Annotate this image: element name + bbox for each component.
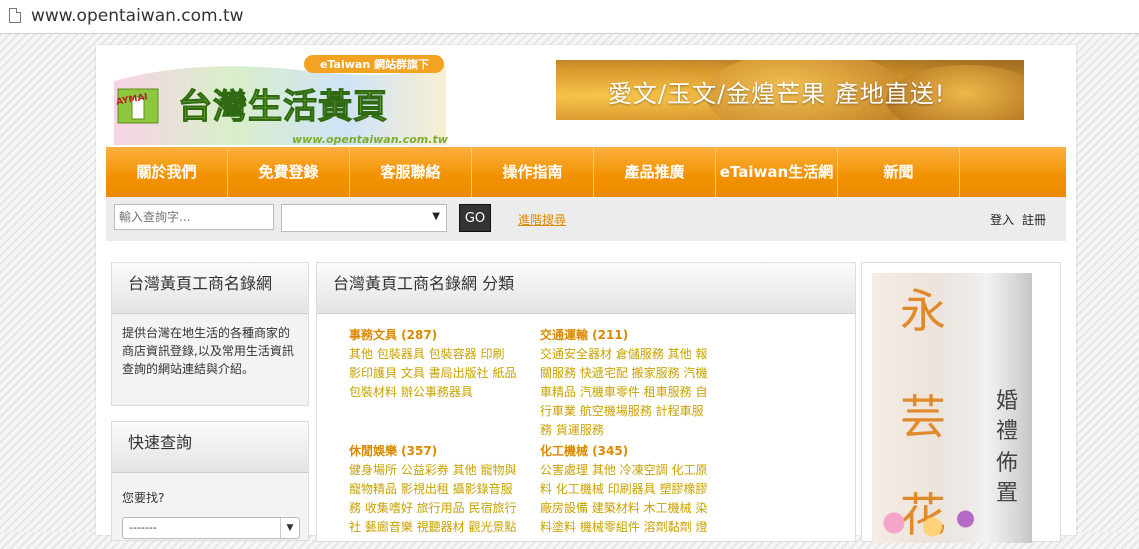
account-links: 登入 註冊	[986, 211, 1046, 228]
category-block: 事務文具 (287) 其他 包裝器具 包裝容器 印刷 影印護貝 文具 書局出版社…	[349, 326, 517, 402]
category-panel-title: 台灣黃頁工商名錄網 分類	[317, 263, 855, 314]
logo-title: 台灣生活黃頁	[178, 87, 388, 128]
category-title[interactable]: 休閒娛樂 (357)	[349, 442, 517, 461]
quick-search-title: 快速查詢	[112, 422, 308, 473]
banner-text: 愛文/玉文/金煌芒果 產地直送!	[608, 80, 946, 108]
mango-banner-ad[interactable]: 愛文/玉文/金煌芒果 產地直送!	[556, 60, 1024, 120]
category-panel: 台灣黃頁工商名錄網 分類 事務文具 (287) 其他 包裝器具 包裝容器 印刷 …	[316, 262, 856, 542]
category-select[interactable]: ▼	[281, 204, 447, 232]
nav-empty	[960, 147, 1066, 197]
address-bar[interactable]: www.opentaiwan.com.tw	[0, 0, 1139, 34]
nav-guide[interactable]: 操作指南	[472, 147, 594, 197]
main-nav: 關於我們 免費登錄 客服聯絡 操作指南 產品推廣 eTaiwan生活網 新聞	[106, 147, 1066, 197]
page-icon	[9, 8, 21, 23]
quick-search-label: 您要找?	[122, 491, 165, 505]
category-title[interactable]: 化工機械 (345)	[540, 442, 708, 461]
nav-about[interactable]: 關於我們	[106, 147, 228, 197]
advanced-search-link[interactable]: 進階搜尋	[518, 211, 566, 228]
intro-text: 提供台灣在地生活的各種商家的商店資訊登錄,以及常用生活資訊查詢的網站連結與介紹。	[122, 326, 294, 376]
url-text[interactable]: www.opentaiwan.com.tw	[31, 6, 244, 26]
nav-etaiwan[interactable]: eTaiwan生活網	[716, 147, 838, 197]
category-title[interactable]: 事務文具 (287)	[349, 326, 517, 345]
nav-contact[interactable]: 客服聯絡	[350, 147, 472, 197]
site-logo[interactable]: eTaiwan 網站群旗下 AYMAI 台灣生活黃頁 www.opentaiwa…	[108, 53, 448, 149]
category-links[interactable]: 其他 包裝器具 包裝容器 印刷 影印護貝 文具 書局出版社 紙品包裝材料 辦公事…	[349, 345, 517, 402]
ad-char-small: 禮	[996, 419, 1019, 444]
logo-badge: eTaiwan 網站群旗下	[320, 58, 429, 71]
category-links[interactable]: 健身場所 公益彩券 其他 寵物與寵物精品 影視出租 攝影錄音服務 收集嗜好 旅行…	[349, 461, 517, 537]
category-block: 交通運輸 (211) 交通安全器材 倉儲服務 其他 報關服務 快遞宅配 搬家服務…	[540, 326, 708, 440]
category-block: 休閒娛樂 (357) 健身場所 公益彩券 其他 寵物與寵物精品 影視出租 攝影錄…	[349, 442, 517, 537]
nav-news[interactable]: 新聞	[838, 147, 960, 197]
quick-search-select[interactable]: ------- ▼	[122, 517, 300, 539]
register-link[interactable]: 註冊	[1022, 213, 1046, 227]
go-button[interactable]: GO	[459, 204, 491, 232]
logo-domain: www.opentaiwan.com.tw	[292, 133, 448, 146]
search-bar: ▼ GO 進階搜尋 登入 註冊	[106, 197, 1066, 241]
wedding-ad-image[interactable]: 永 芸 花 婚 禮 佈 置	[872, 273, 1032, 543]
page-container: eTaiwan 網站群旗下 AYMAI 台灣生活黃頁 www.opentaiwa…	[96, 45, 1076, 543]
ad-char-small: 婚	[996, 389, 1019, 414]
nav-promotion[interactable]: 產品推廣	[594, 147, 716, 197]
nav-free-register[interactable]: 免費登錄	[228, 147, 350, 197]
dropdown-arrow-icon: ▼	[280, 518, 299, 538]
ad-flowers-shape	[872, 503, 982, 543]
category-title[interactable]: 交通運輸 (211)	[540, 326, 708, 345]
category-links[interactable]: 公害處理 其他 冷凍空調 化工原料 化工機械 印刷器具 塑膠橡膠 廠房設備 建築…	[540, 461, 708, 537]
intro-box: 台灣黃頁工商名錄網 提供台灣在地生活的各種商家的商店資訊登錄,以及常用生活資訊查…	[111, 262, 309, 406]
ad-char: 永	[900, 284, 946, 338]
wedding-ad-box: 永 芸 花 婚 禮 佈 置	[861, 262, 1061, 543]
quick-select-value: -------	[129, 521, 157, 534]
dropdown-arrow-icon: ▼	[432, 211, 440, 222]
ad-char-small: 佈	[996, 451, 1019, 476]
intro-title: 台灣黃頁工商名錄網	[112, 263, 308, 314]
search-input[interactable]	[114, 204, 274, 230]
category-block: 化工機械 (345) 公害處理 其他 冷凍空調 化工原料 化工機械 印刷器具 塑…	[540, 442, 708, 537]
ad-char: 芸	[900, 390, 946, 444]
ad-char-small: 置	[996, 481, 1019, 506]
category-links[interactable]: 交通安全器材 倉儲服務 其他 報關服務 快遞宅配 搬家服務 汽機車精品 汽機車零…	[540, 345, 708, 440]
login-link[interactable]: 登入	[990, 213, 1014, 227]
quick-search-box: 快速查詢 您要找? ------- ▼	[111, 421, 309, 541]
